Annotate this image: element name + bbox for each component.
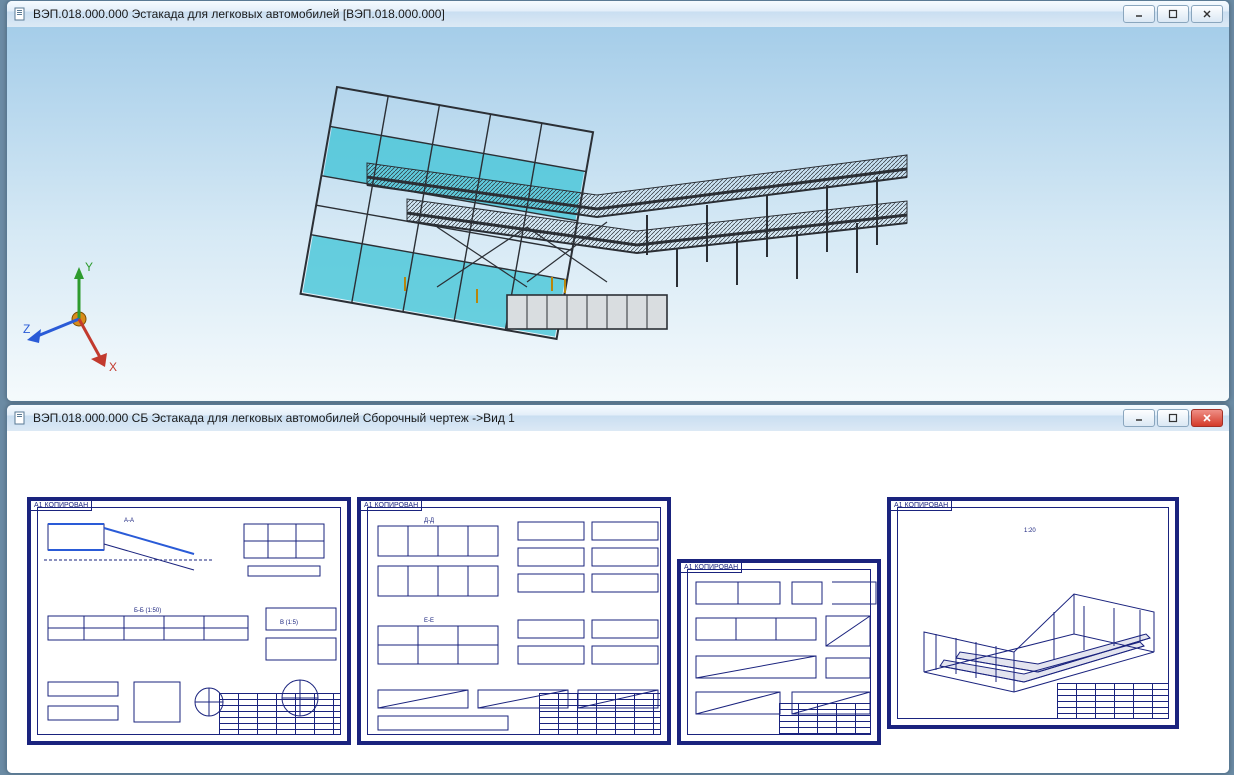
axis-gizmo: Y Z X bbox=[23, 260, 117, 374]
window-drawing: ВЭП.018.000.000 СБ Эстакада для легковых… bbox=[6, 404, 1230, 774]
svg-text:А-А: А-А bbox=[124, 518, 134, 524]
sheet-2[interactable]: A1 КОПИРОВАН Д-Д Е-Е bbox=[357, 497, 671, 745]
close-button[interactable] bbox=[1191, 5, 1223, 23]
drawing-canvas[interactable]: A1 КОПИРОВАН А-А bbox=[7, 431, 1229, 773]
sheet-1[interactable]: A1 КОПИРОВАН А-А bbox=[27, 497, 351, 745]
window-controls-bottom bbox=[1123, 409, 1223, 427]
svg-text:Y: Y bbox=[85, 260, 93, 274]
svg-text:Е-Е: Е-Е bbox=[424, 618, 434, 624]
window-title-top: ВЭП.018.000.000 Эстакада для легковых ав… bbox=[33, 7, 1123, 21]
window-controls-top bbox=[1123, 5, 1223, 23]
sheet-3[interactable]: A1 КОПИРОВАН bbox=[677, 559, 881, 745]
svg-text:В (1:5): В (1:5) bbox=[280, 620, 298, 626]
close-button[interactable] bbox=[1191, 409, 1223, 427]
svg-text:Д-Д: Д-Д bbox=[424, 518, 434, 524]
svg-text:X: X bbox=[109, 360, 117, 374]
doc-icon bbox=[13, 7, 27, 21]
sheet-4[interactable]: A1 КОПИРОВАН 1:20 bbox=[887, 497, 1179, 729]
window-3d-model: ВЭП.018.000.000 Эстакада для легковых ав… bbox=[6, 0, 1230, 402]
svg-text:Б-Б (1:50): Б-Б (1:50) bbox=[134, 608, 161, 614]
titlebar-top[interactable]: ВЭП.018.000.000 Эстакада для легковых ав… bbox=[7, 1, 1229, 28]
minimize-button[interactable] bbox=[1123, 5, 1155, 23]
maximize-button[interactable] bbox=[1157, 5, 1189, 23]
svg-text:1:20: 1:20 bbox=[1024, 528, 1036, 534]
viewport-3d[interactable]: Y Z X bbox=[7, 27, 1229, 401]
svg-text:Z: Z bbox=[23, 322, 30, 336]
maximize-button[interactable] bbox=[1157, 409, 1189, 427]
doc-icon bbox=[13, 411, 27, 425]
model-3d: Y Z X bbox=[7, 27, 1229, 401]
window-title-bottom: ВЭП.018.000.000 СБ Эстакада для легковых… bbox=[33, 411, 1123, 425]
minimize-button[interactable] bbox=[1123, 409, 1155, 427]
titlebar-bottom[interactable]: ВЭП.018.000.000 СБ Эстакада для легковых… bbox=[7, 405, 1229, 432]
